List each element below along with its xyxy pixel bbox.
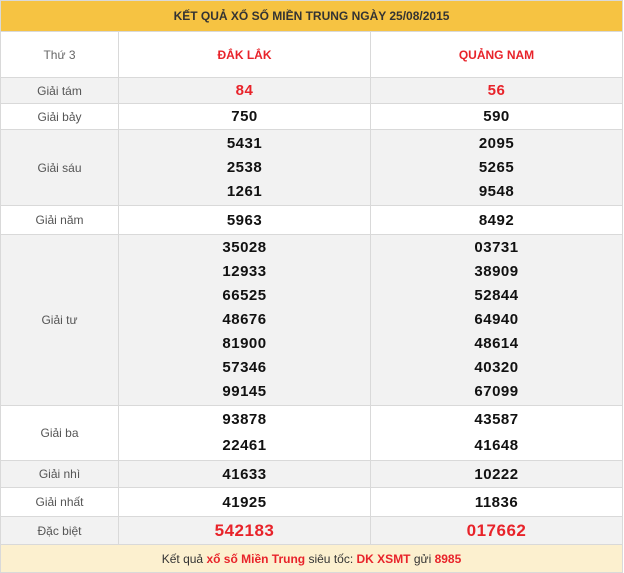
special-prize-value: 542183 xyxy=(118,516,371,545)
title-row: KẾT QUẢ XỔ SỐ MIỀN TRUNG NGÀY 25/08/2015 xyxy=(0,0,624,32)
prize-value: 9548 xyxy=(478,182,515,200)
special-prize-value: 017662 xyxy=(369,516,624,545)
prize-value: 41648 xyxy=(474,437,519,454)
footer-middle: siêu tốc: xyxy=(308,551,354,566)
footer-send: gửi xyxy=(413,551,432,566)
prize-row-special: Đặc biệt 542183 017662 xyxy=(0,516,624,545)
prize-value: 35028 xyxy=(222,239,267,256)
prize-label: Giải nhì xyxy=(0,460,119,488)
prize-row-2: Giải nhì 41633 10222 xyxy=(0,460,624,488)
prize-value: 12933 xyxy=(222,263,267,280)
prize-value: 43587 xyxy=(474,411,519,428)
prize-value: 81900 xyxy=(222,335,267,352)
table-title: KẾT QUẢ XỔ SỐ MIỀN TRUNG NGÀY 25/08/2015 xyxy=(0,0,624,32)
province-header-row: Thứ 3 ĐẮK LẮK QUẢNG NAM xyxy=(0,31,624,78)
prize-value: 41925 xyxy=(118,487,371,517)
prize-values: 93878 22461 xyxy=(118,405,371,461)
prize-row-5: Giải năm 5963 8492 xyxy=(0,205,624,235)
prize-value: 5265 xyxy=(478,158,515,176)
prize-label: Giải năm xyxy=(0,205,119,235)
prize-values: 2095 5265 9548 xyxy=(369,129,624,206)
prize-value: 84 xyxy=(118,77,371,104)
prize-label: Giải sáu xyxy=(0,129,119,206)
prize-value: 38909 xyxy=(474,263,519,280)
sms-code: DK XSMT xyxy=(356,551,411,566)
footer-row: Kết quả xổ số Miền Trung siêu tốc: DK XS… xyxy=(0,544,624,573)
province-quang-nam[interactable]: QUẢNG NAM xyxy=(369,31,624,78)
day-label: Thứ 3 xyxy=(0,31,119,78)
prize-value: 52844 xyxy=(474,287,519,304)
prize-label: Đặc biệt xyxy=(0,516,119,545)
prize-value: 2538 xyxy=(226,158,263,176)
prize-value: 5963 xyxy=(118,205,371,235)
sms-number: 8985 xyxy=(434,551,462,566)
footer-link[interactable]: xổ số Miền Trung xyxy=(206,552,305,566)
prize-row-7: Giải bảy 750 590 xyxy=(0,103,624,130)
prize-value: 41633 xyxy=(118,460,371,488)
prize-values: 43587 41648 xyxy=(369,405,624,461)
prize-value: 67099 xyxy=(474,383,519,400)
prize-value: 57346 xyxy=(222,359,267,376)
prize-row-8: Giải tám 84 56 xyxy=(0,77,624,104)
prize-value: 93878 xyxy=(222,411,267,428)
prize-value: 11836 xyxy=(369,487,624,517)
prize-row-3: Giải ba 93878 22461 43587 41648 xyxy=(0,405,624,461)
footer-prefix: Kết quả xyxy=(161,551,204,566)
prize-label: Giải bảy xyxy=(0,103,119,130)
prize-label: Giải nhất xyxy=(0,487,119,517)
prize-value: 40320 xyxy=(474,359,519,376)
prize-value: 22461 xyxy=(222,437,267,454)
prize-value: 5431 xyxy=(226,134,263,152)
prize-value: 56 xyxy=(369,77,624,104)
province-dak-lak[interactable]: ĐẮK LẮK xyxy=(118,31,371,78)
prize-values: 35028 12933 66525 48676 81900 57346 9914… xyxy=(118,234,371,406)
prize-row-4: Giải tư 35028 12933 66525 48676 81900 57… xyxy=(0,234,624,406)
prize-row-6: Giải sáu 5431 2538 1261 2095 5265 9548 xyxy=(0,129,624,206)
prize-value: 48614 xyxy=(474,335,519,352)
prize-value: 8492 xyxy=(369,205,624,235)
prize-value: 2095 xyxy=(478,134,515,152)
lottery-results-table: KẾT QUẢ XỔ SỐ MIỀN TRUNG NGÀY 25/08/2015… xyxy=(0,0,624,573)
prize-value: 750 xyxy=(118,103,371,130)
sms-footer: Kết quả xổ số Miền Trung siêu tốc: DK XS… xyxy=(0,544,624,573)
prize-label: Giải ba xyxy=(0,405,119,461)
prize-value: 48676 xyxy=(222,311,267,328)
result-table-container: KẾT QUẢ XỔ SỐ MIỀN TRUNG NGÀY 25/08/2015… xyxy=(0,0,624,573)
prize-value: 64940 xyxy=(474,311,519,328)
prize-value: 10222 xyxy=(369,460,624,488)
prize-value: 590 xyxy=(369,103,624,130)
prize-values: 5431 2538 1261 xyxy=(118,129,371,206)
prize-label: Giải tư xyxy=(0,234,119,406)
prize-row-1: Giải nhất 41925 11836 xyxy=(0,487,624,517)
prize-values: 03731 38909 52844 64940 48614 40320 6709… xyxy=(369,234,624,406)
prize-value: 66525 xyxy=(222,287,267,304)
prize-value: 99145 xyxy=(222,383,267,400)
prize-value: 1261 xyxy=(226,182,263,200)
prize-label: Giải tám xyxy=(0,77,119,104)
prize-value: 03731 xyxy=(474,239,519,256)
